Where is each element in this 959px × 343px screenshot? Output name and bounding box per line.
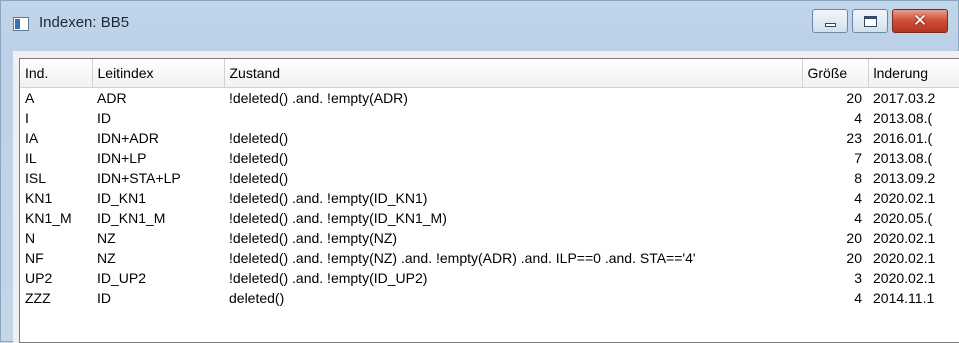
cell-zustand	[224, 108, 802, 128]
cell-zustand: !deleted() .and. !empty(ADR)	[229, 90, 408, 106]
table-row[interactable]: N NZ !deleted() .and. !empty(NZ) 20 2020.02.…	[20, 228, 959, 248]
cell-leitindex: ID_KN1	[97, 190, 147, 206]
cell-zustand: deleted()	[229, 290, 285, 306]
cell-zustand: !deleted() .and. !empty(NZ)	[229, 230, 398, 246]
cell-zustand: !deleted()	[229, 150, 289, 166]
cell-aenderung: 2016.01.(	[873, 130, 933, 146]
cell-ind: ISL	[25, 170, 47, 186]
cell-leitindex: ID_UP2	[97, 270, 147, 286]
index-table: Ind. Leitindex Zustand Größe lnderung AA…	[20, 59, 959, 308]
cell-groesse: 8	[854, 170, 862, 186]
cell-groesse: 4	[854, 210, 862, 226]
close-button[interactable]: ✕	[892, 9, 948, 33]
cell-ind: N	[25, 230, 36, 246]
cell-groesse: 20	[846, 250, 862, 266]
table-body: A ADR !deleted() .and. !empty(ADR) 20 2017.0…	[20, 88, 959, 309]
cell-ind: NF	[25, 250, 44, 266]
cell-ind: KN1_M	[25, 210, 72, 226]
column-header-leitindex[interactable]: Leitindex	[92, 59, 225, 88]
column-header-zustand[interactable]: Zustand	[224, 59, 803, 88]
table-row[interactable]: KN1_M ID_KN1_M !deleted() .and. !empty(ID_…	[20, 208, 959, 228]
index-grid[interactable]: Ind. Leitindex Zustand Größe lnderung AA…	[19, 58, 959, 343]
cell-leitindex: IDN+LP	[97, 150, 147, 166]
cell-aenderung: 2020.02.1	[873, 270, 936, 286]
cell-leitindex: NZ	[97, 230, 116, 246]
cell-aenderung: 2013.09.2	[873, 170, 936, 186]
cell-ind: IA	[25, 130, 39, 146]
cell-leitindex: ID_KN1_M	[97, 210, 166, 226]
cell-aenderung: 2013.08.(	[873, 110, 933, 126]
cell-ind: I	[25, 110, 29, 126]
cell-leitindex: IDN+ADR	[97, 130, 159, 146]
column-header-groesse[interactable]: Größe	[802, 59, 869, 88]
table-row[interactable]: ZZZ ID deleted() 4 2014.11.1	[20, 288, 959, 308]
cell-zustand: !deleted() .and. !empty(NZ) .and. !empty…	[229, 250, 696, 266]
cell-ind: A	[25, 90, 35, 106]
window-title: Indexen: BB5	[39, 14, 130, 31]
column-header-ind[interactable]: Ind.	[20, 59, 93, 88]
cell-leitindex: ADR	[97, 90, 127, 106]
cell-zustand: !deleted() .and. !empty(ID_KN1)	[229, 190, 428, 206]
window-client-area: Ind. Leitindex Zustand Größe lnderung AA…	[13, 51, 959, 343]
minimize-button[interactable]	[812, 9, 848, 33]
table-row[interactable]: IL IDN+LP !deleted() 7 2013.08.(	[20, 148, 959, 168]
table-row[interactable]: ISL IDN+STA+LP !deleted() 8 2013.09.2	[20, 168, 959, 188]
close-icon: ✕	[912, 11, 928, 31]
cell-aenderung: 2020.02.1	[873, 190, 936, 206]
table-row[interactable]: NF NZ !deleted() .and. !empty(NZ) .and. !e…	[20, 248, 959, 268]
cell-aenderung: 2013.08.(	[873, 150, 933, 166]
cell-aenderung: 2020.05.(	[873, 210, 933, 226]
cell-leitindex: ID	[97, 290, 111, 306]
cell-groesse: 7	[854, 150, 862, 166]
cell-ind: KN1	[25, 190, 53, 206]
minimize-icon	[825, 23, 836, 27]
cell-groesse: 23	[846, 130, 862, 146]
cell-ind: ZZZ	[25, 290, 51, 306]
cell-leitindex: NZ	[97, 250, 116, 266]
table-row[interactable]: UP2 ID_UP2 !deleted() .and. !empty(ID_UP2)…	[20, 268, 959, 288]
maximize-button[interactable]	[852, 9, 888, 33]
column-header-aenderung[interactable]: lnderung	[868, 59, 959, 88]
cell-aenderung: 2020.02.1	[873, 250, 936, 266]
maximize-icon	[864, 16, 877, 27]
cell-zustand: !deleted() .and. !empty(ID_UP2)	[229, 270, 428, 286]
cell-leitindex: ID	[97, 110, 111, 126]
cell-zustand: !deleted() .and. !empty(ID_KN1_M)	[229, 210, 447, 226]
cell-groesse: 20	[846, 90, 862, 106]
table-row[interactable]: IA IDN+ADR !deleted() 23 2016.01.(	[20, 128, 959, 148]
cell-groesse: 4	[854, 290, 862, 306]
cell-ind: UP2	[25, 270, 53, 286]
cell-aenderung: 2014.11.1	[873, 290, 935, 306]
cell-zustand: !deleted()	[229, 130, 289, 146]
index-window: Indexen: BB5 ✕ Ind. Leitindex Zustand Gr…	[0, 0, 959, 343]
window-app-icon[interactable]	[13, 17, 29, 31]
cell-ind: IL	[25, 150, 37, 166]
cell-groesse: 3	[854, 270, 862, 286]
table-row[interactable]: I ID 4 2013.08.(	[20, 108, 959, 128]
table-header-row: Ind. Leitindex Zustand Größe lnderung	[20, 59, 959, 88]
cell-aenderung: 2020.02.1	[873, 230, 936, 246]
cell-leitindex: IDN+STA+LP	[97, 170, 181, 186]
cell-aenderung: 2017.03.2	[873, 90, 936, 106]
cell-groesse: 4	[854, 190, 862, 206]
title-bar[interactable]: Indexen: BB5 ✕	[1, 1, 959, 45]
table-row[interactable]: KN1 ID_KN1 !deleted() .and. !empty(ID_KN1)…	[20, 188, 959, 208]
cell-groesse: 20	[846, 230, 862, 246]
cell-groesse: 4	[854, 110, 862, 126]
cell-zustand: !deleted()	[229, 170, 289, 186]
table-row[interactable]: A ADR !deleted() .and. !empty(ADR) 20 2017.0…	[20, 88, 959, 109]
